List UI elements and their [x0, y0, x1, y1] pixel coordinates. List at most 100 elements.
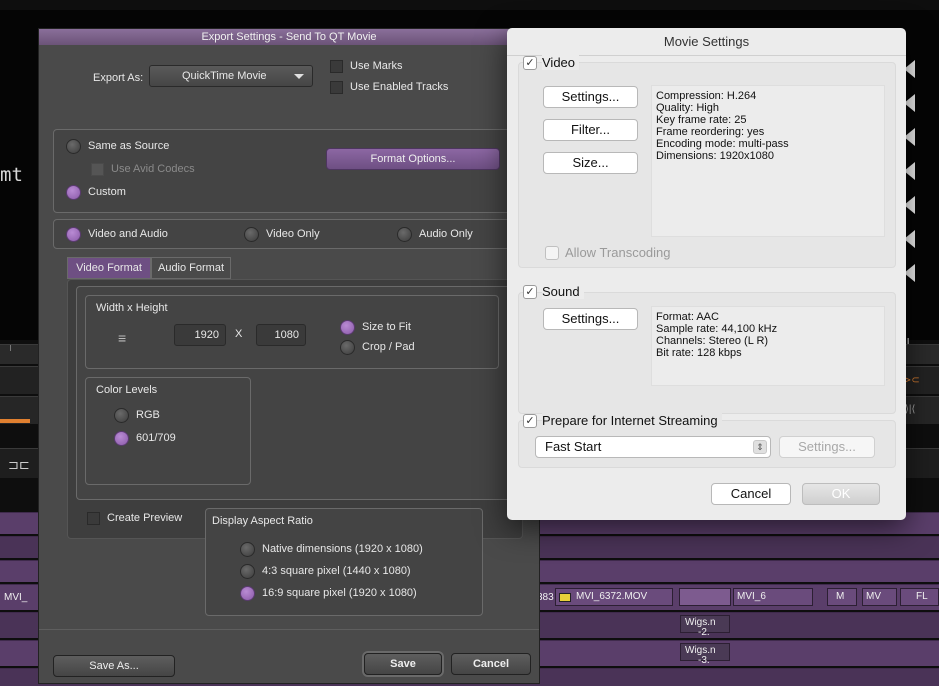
- allow-transcoding-checkbox[interactable]: [545, 246, 559, 260]
- size-to-fit-radio[interactable]: [340, 320, 355, 335]
- filter-button[interactable]: Filter...: [543, 119, 638, 141]
- tab-video-format[interactable]: Video Format: [67, 257, 151, 279]
- video-info-line: Key frame rate: 25: [656, 114, 747, 126]
- export-as-dropdown[interactable]: QuickTime Movie: [149, 65, 313, 87]
- use-marks-label: Use Marks: [350, 60, 403, 72]
- sound-info-line: Bit rate: 128 kbps: [656, 347, 742, 359]
- cancel-button[interactable]: Cancel: [451, 653, 531, 675]
- timeline-clip[interactable]: MV: [862, 588, 897, 606]
- video-label: Video: [542, 55, 580, 70]
- create-preview-checkbox[interactable]: [87, 512, 100, 525]
- custom-label: Custom: [88, 186, 126, 198]
- display-aspect-ratio-label: Display Aspect Ratio: [212, 515, 313, 527]
- use-enabled-tracks-label: Use Enabled Tracks: [350, 81, 449, 93]
- timeline-clip[interactable]: M: [827, 588, 857, 606]
- tab-audio-format[interactable]: Audio Format: [151, 257, 231, 279]
- divider: [39, 629, 539, 630]
- streaming-type-value: Fast Start: [545, 439, 602, 454]
- format-options-button[interactable]: Format Options...: [326, 148, 500, 170]
- height-input[interactable]: 1080: [256, 324, 306, 346]
- save-as-button[interactable]: Save As...: [53, 655, 175, 677]
- dialog-title: Export Settings - Send To QT Movie: [39, 29, 539, 45]
- rgb-radio[interactable]: [114, 408, 129, 423]
- video-checkbox[interactable]: ✓: [523, 56, 537, 70]
- audio-only-label: Audio Only: [419, 228, 473, 240]
- sound-checkbox[interactable]: ✓: [523, 285, 537, 299]
- timeline-clip[interactable]: MVI_6: [733, 588, 813, 606]
- video-and-audio-radio[interactable]: [66, 227, 81, 242]
- width-height-label: Width x Height: [96, 302, 168, 314]
- clip-label: FL: [916, 591, 928, 602]
- size-button[interactable]: Size...: [543, 152, 638, 174]
- export-as-label: Export As:: [93, 72, 144, 84]
- square-43-radio[interactable]: [240, 564, 255, 579]
- cancel-button[interactable]: Cancel: [711, 483, 791, 505]
- rec601-709-label: 601/709: [136, 432, 176, 444]
- create-preview-label: Create Preview: [107, 512, 183, 524]
- streaming-settings-button[interactable]: Settings...: [779, 436, 875, 458]
- export-settings-dialog: Export Settings - Send To QT Movie Expor…: [38, 28, 540, 684]
- video-info-line: Encoding mode: multi-pass: [656, 138, 789, 150]
- native-dimensions-radio[interactable]: [240, 542, 255, 557]
- crop-pad-label: Crop / Pad: [362, 341, 415, 353]
- square-169-radio[interactable]: [240, 586, 255, 601]
- clip-label: MVI_6372.MOV: [576, 591, 648, 602]
- clip-label: MVI_: [4, 592, 28, 603]
- video-info-line: Quality: High: [656, 102, 719, 114]
- sound-label: Sound: [542, 284, 584, 299]
- dimension-separator: X: [235, 328, 243, 340]
- streaming-type-select[interactable]: Fast Start ⇕: [535, 436, 771, 458]
- native-dimensions-label: Native dimensions (1920 x 1080): [262, 543, 423, 555]
- video-only-label: Video Only: [266, 228, 320, 240]
- same-as-source-radio[interactable]: [66, 139, 81, 154]
- video-format-pane: Width x Height ≡ 1920 X 1080 Size to Fit…: [67, 279, 523, 539]
- timeline-nav-icon[interactable]: ⟩|⟨: [905, 404, 915, 415]
- rgb-label: RGB: [136, 409, 160, 421]
- timeline-clip[interactable]: FL: [900, 588, 939, 606]
- color-levels-label: Color Levels: [96, 384, 158, 396]
- use-marks-checkbox[interactable]: [330, 60, 343, 73]
- video-info-box: Compression: H.264 Quality: High Key fra…: [651, 85, 885, 237]
- rec601-709-radio[interactable]: [114, 431, 129, 446]
- video-only-radio[interactable]: [244, 227, 259, 242]
- movie-settings-dialog: Movie Settings ✓ Video Settings... Filte…: [507, 28, 906, 520]
- viewer-text: mt: [0, 164, 23, 186]
- gain-value: -3.: [698, 655, 710, 666]
- color-levels-group: Color Levels RGB 601/709: [85, 377, 251, 485]
- clip-label: MVI_6: [737, 591, 766, 602]
- custom-radio[interactable]: [66, 185, 81, 200]
- gain-value: -2.: [698, 627, 710, 638]
- stepper-icon: ⇕: [753, 440, 767, 454]
- track-selection-panel: Video and Audio Video Only Audio Only: [53, 219, 535, 249]
- position-indicator: [0, 419, 30, 423]
- display-aspect-ratio-group: Display Aspect Ratio Native dimensions (…: [205, 508, 483, 616]
- timeline-clip[interactable]: [679, 588, 731, 606]
- clip-label: M: [836, 591, 845, 602]
- same-as-source-label: Same as Source: [88, 140, 170, 152]
- ok-button[interactable]: OK: [802, 483, 880, 505]
- crop-pad-radio[interactable]: [340, 340, 355, 355]
- link-icon[interactable]: ≡: [118, 330, 126, 346]
- dialog-title: Movie Settings: [507, 28, 906, 56]
- video-settings-button[interactable]: Settings...: [543, 86, 638, 108]
- sound-settings-button[interactable]: Settings...: [543, 308, 638, 330]
- sound-info-line: Sample rate: 44,100 kHz: [656, 323, 778, 335]
- source-panel: Same as Source Use Avid Codecs Custom Fo…: [53, 129, 535, 213]
- timeline-clip[interactable]: MVI_6372.MOV: [555, 588, 673, 606]
- video-info-line: Frame reordering: yes: [656, 126, 765, 138]
- video-settings-panel: Width x Height ≡ 1920 X 1080 Size to Fit…: [76, 286, 514, 500]
- chevron-down-icon: [294, 74, 304, 79]
- use-avid-codecs-checkbox[interactable]: [91, 163, 104, 176]
- video-info-line: Compression: H.264: [656, 90, 757, 102]
- sound-info-line: Channels: Stereo (L R): [656, 335, 769, 347]
- split-icon[interactable]: ⊐⊏: [8, 457, 30, 473]
- audio-only-radio[interactable]: [397, 227, 412, 242]
- use-enabled-tracks-checkbox[interactable]: [330, 81, 343, 94]
- width-input[interactable]: 1920: [174, 324, 226, 346]
- prepare-streaming-label: Prepare for Internet Streaming: [542, 413, 722, 428]
- save-button[interactable]: Save: [364, 653, 442, 675]
- width-height-group: Width x Height ≡ 1920 X 1080 Size to Fit…: [85, 295, 499, 369]
- size-to-fit-label: Size to Fit: [362, 321, 411, 333]
- prepare-streaming-checkbox[interactable]: ✓: [523, 414, 537, 428]
- sound-info-line: Format: AAC: [656, 311, 719, 323]
